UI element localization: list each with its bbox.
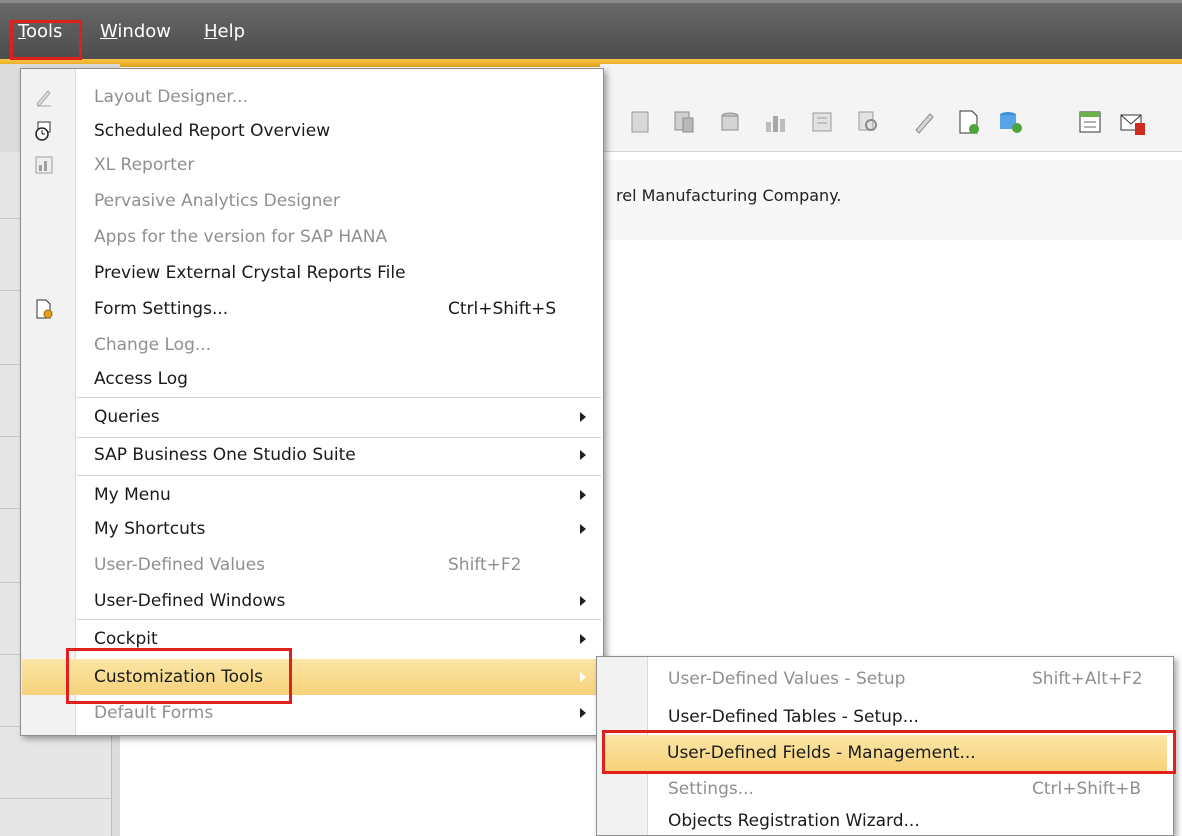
menu-item-user-defined-windows[interactable]: User-Defined Windows: [22, 583, 602, 619]
price-list-icon[interactable]: [808, 108, 836, 136]
menu-item-form-settings[interactable]: Form Settings... Ctrl+Shift+S: [22, 291, 602, 327]
submenu-arrow-icon: [580, 672, 586, 682]
menu-separator: [77, 619, 601, 620]
menu-help[interactable]: Help: [204, 21, 245, 42]
menu-tools[interactable]: Tools: [18, 21, 62, 42]
menu-item-customization-tools[interactable]: Customization Tools: [22, 659, 602, 695]
submenu-arrow-icon: [580, 524, 586, 534]
menu-item-layout-designer[interactable]: Layout Designer...: [22, 79, 602, 115]
email-icon[interactable]: [1118, 108, 1146, 136]
menu-item-user-defined-values[interactable]: User-Defined Values Shift+F2: [22, 547, 602, 583]
new-document-icon[interactable]: [954, 108, 982, 136]
shortcut-settings: Ctrl+Shift+B: [1032, 779, 1142, 799]
menu-separator: [77, 397, 601, 398]
menu-item-cockpit[interactable]: Cockpit: [22, 621, 602, 657]
menu-item-my-menu[interactable]: My Menu: [22, 477, 602, 513]
submenu-arrow-icon: [580, 596, 586, 606]
submenu-arrow-icon: [580, 412, 586, 422]
pencil-icon: [36, 90, 51, 107]
search-document-icon[interactable]: [854, 108, 882, 136]
content-area: rel Manufacturing Company.: [600, 160, 1182, 240]
menu-item-pervasive-analytics-designer[interactable]: Pervasive Analytics Designer: [22, 183, 602, 219]
menu-item-access-log[interactable]: Access Log: [22, 361, 602, 397]
submenu-item-user-defined-values-setup[interactable]: User-Defined Values - Setup Shift+Alt+F2: [598, 661, 1172, 697]
menu-item-default-forms[interactable]: Default Forms: [22, 695, 602, 731]
chart-icon[interactable]: [762, 108, 790, 136]
submenu-item-user-defined-fields-management[interactable]: User-Defined Fields - Management...: [603, 735, 1167, 771]
submenu-item-objects-registration-wizard[interactable]: Objects Registration Wizard...: [598, 803, 1172, 836]
calendar-icon[interactable]: [1076, 108, 1104, 136]
edit-icon[interactable]: [910, 108, 938, 136]
submenu-arrow-icon: [580, 450, 586, 460]
main-toolbar: [600, 64, 1182, 152]
shortcut-user-defined-values: Shift+F2: [448, 555, 522, 575]
menu-item-scheduled-report-overview[interactable]: Scheduled Report Overview: [22, 113, 602, 149]
menu-item-preview-external-crystal-reports-file[interactable]: Preview External Crystal Reports File: [22, 255, 602, 291]
shortcut-form-settings: Ctrl+Shift+S: [448, 299, 557, 319]
submenu-item-settings[interactable]: Settings... Ctrl+Shift+B: [598, 771, 1172, 807]
menu-item-xl-reporter[interactable]: XL Reporter: [22, 147, 602, 183]
submenu-arrow-icon: [580, 634, 586, 644]
spreadsheet-icon: [35, 156, 53, 174]
menu-window[interactable]: Window: [100, 21, 171, 42]
submenu-arrow-icon: [580, 708, 586, 718]
customization-tools-submenu: User-Defined Values - Setup Shift+Alt+F2…: [596, 656, 1174, 836]
tools-menu: Layout Designer... Scheduled Report Over…: [20, 68, 604, 736]
menu-separator: [77, 475, 601, 476]
menu-item-queries[interactable]: Queries: [22, 399, 602, 435]
database-settings-icon[interactable]: [996, 108, 1024, 136]
shortcut-udv-setup: Shift+Alt+F2: [1032, 669, 1143, 689]
report-icon[interactable]: [670, 108, 698, 136]
form-settings-icon: [36, 299, 53, 319]
menubar: Tools Window Help: [0, 0, 1182, 67]
menu-item-studio-suite[interactable]: SAP Business One Studio Suite: [22, 437, 602, 473]
database-icon[interactable]: [716, 108, 744, 136]
document-icon[interactable]: [626, 108, 654, 136]
report-clock-icon: [35, 121, 51, 141]
menu-item-apps-for-sap-hana[interactable]: Apps for the version for SAP HANA: [22, 219, 602, 255]
menu-item-change-log[interactable]: Change Log...: [22, 327, 602, 363]
submenu-arrow-icon: [580, 490, 586, 500]
submenu-item-user-defined-tables-setup[interactable]: User-Defined Tables - Setup...: [598, 699, 1172, 735]
company-message: rel Manufacturing Company.: [616, 186, 842, 205]
menu-item-my-shortcuts[interactable]: My Shortcuts: [22, 511, 602, 547]
